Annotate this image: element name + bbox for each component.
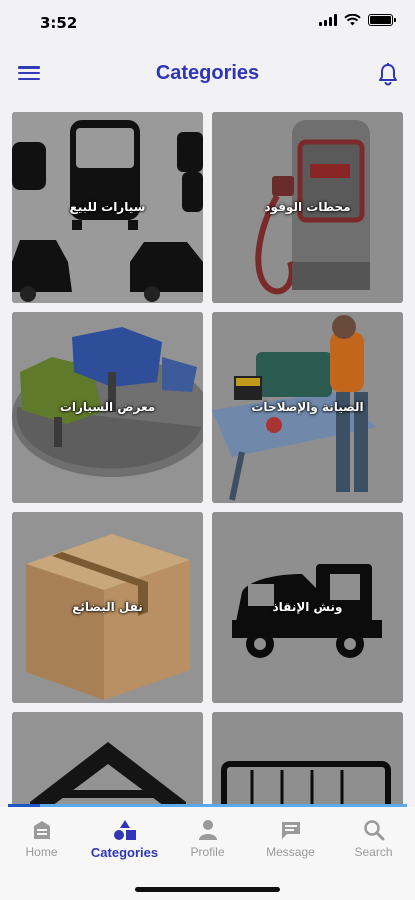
category-label: ونش الإنقاذ (272, 600, 343, 614)
home-indicator (135, 887, 280, 892)
tab-label: Profile (190, 845, 225, 859)
tab-search[interactable]: Search (332, 817, 415, 859)
tab-profile[interactable]: Profile (166, 817, 249, 859)
tab-label: Home (25, 845, 58, 859)
category-tile-cars-for-sale[interactable]: سيارات للبيع (12, 112, 203, 303)
wifi-icon (344, 14, 361, 26)
home-icon (29, 817, 55, 843)
battery-icon (368, 14, 396, 26)
category-tile-8[interactable] (12, 712, 203, 805)
category-label: محطات الوقود (264, 200, 351, 214)
category-tile-car-showroom[interactable]: معرض السيارات (12, 312, 203, 503)
categories-icon (112, 817, 138, 843)
tab-label: Categories (90, 845, 159, 860)
page-title: Categories (155, 62, 260, 84)
message-icon (278, 817, 304, 843)
tab-categories[interactable]: Categories (83, 817, 166, 860)
category-tile-7[interactable] (212, 712, 403, 805)
category-label: معرض السيارات (59, 400, 156, 414)
cargo-truck-icon (212, 712, 403, 805)
category-tile-goods-transport[interactable]: نقل البضائع (12, 512, 203, 703)
category-grid: محطات الوقود سيارات للبيع الصيانة والإصل… (12, 112, 404, 805)
profile-icon (195, 817, 221, 843)
category-label: سيارات للبيع (69, 200, 146, 214)
search-icon (361, 817, 387, 843)
app-header: Categories (0, 46, 415, 102)
tab-label: Message (266, 845, 315, 859)
signal-icon (319, 14, 337, 26)
category-label: نقل البضائع (72, 600, 143, 614)
tab-message[interactable]: Message (249, 817, 332, 859)
notification-bell-icon[interactable] (377, 62, 399, 86)
category-tile-fuel-stations[interactable]: محطات الوقود (212, 112, 403, 303)
status-time: 3:52 (40, 14, 78, 32)
tab-home[interactable]: Home (0, 817, 83, 859)
tab-label: Search (354, 845, 393, 859)
status-bar: 3:52 (0, 0, 415, 46)
garage-icon (12, 712, 203, 805)
category-tile-tow-truck[interactable]: ونش الإنقاذ (212, 512, 403, 703)
category-tile-maintenance[interactable]: الصيانة والإصلاحات (212, 312, 403, 503)
category-label: الصيانة والإصلاحات (251, 400, 364, 414)
status-icons (319, 14, 396, 26)
